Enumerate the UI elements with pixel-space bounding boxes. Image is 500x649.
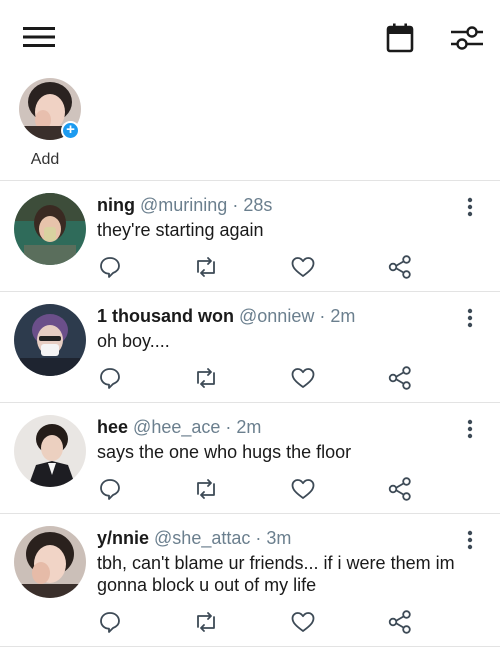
share-icon[interactable]	[386, 608, 414, 636]
post-text: says the one who hugs the floor	[97, 442, 352, 462]
post[interactable]: ning @murining · 28s they're starting ag…	[0, 181, 500, 291]
post[interactable]: hee @hee_ace · 2m says the one who hugs …	[0, 403, 500, 513]
more-options-icon[interactable]	[460, 306, 480, 330]
calendar-icon[interactable]	[380, 18, 420, 58]
post-header: hee @hee_ace · 2m	[97, 417, 261, 438]
post-text: they're starting again	[97, 220, 264, 240]
post-actions	[0, 475, 500, 503]
post-actions	[0, 364, 500, 392]
separator: ·	[319, 306, 326, 326]
author-handle[interactable]: @hee_ace	[133, 417, 220, 437]
share-icon[interactable]	[386, 475, 414, 503]
post-header: y/nnie @she_attac · 3m	[97, 528, 291, 549]
retweet-icon[interactable]	[192, 475, 220, 503]
post[interactable]: y/nnie @she_attac · 3m tbh, can't blame …	[0, 514, 500, 648]
reply-icon[interactable]	[96, 475, 124, 503]
retweet-icon[interactable]	[192, 364, 220, 392]
add-story[interactable]: + Add	[14, 78, 86, 174]
author-name[interactable]: hee	[97, 417, 128, 437]
reply-icon[interactable]	[96, 364, 124, 392]
more-options-icon[interactable]	[460, 417, 480, 441]
retweet-icon[interactable]	[192, 608, 220, 636]
author-handle[interactable]: @onniew	[239, 306, 314, 326]
heart-icon[interactable]	[289, 608, 317, 636]
post-actions	[0, 253, 500, 281]
sliders-filter-icon[interactable]	[445, 18, 489, 58]
avatar[interactable]	[14, 526, 86, 598]
author-handle[interactable]: @murining	[140, 195, 227, 215]
heart-icon[interactable]	[289, 253, 317, 281]
post-header: ning @murining · 28s	[97, 195, 272, 216]
add-plus-icon: +	[61, 121, 80, 140]
divider	[0, 646, 500, 647]
heart-icon[interactable]	[289, 364, 317, 392]
author-name[interactable]: ning	[97, 195, 135, 215]
post-header: 1 thousand won @onniew · 2m	[97, 306, 355, 327]
timestamp: 2m	[236, 417, 262, 437]
share-icon[interactable]	[386, 253, 414, 281]
heart-icon[interactable]	[289, 475, 317, 503]
post-actions	[0, 608, 500, 636]
author-name[interactable]: 1 thousand won	[97, 306, 234, 326]
post-text: tbh, can't blame ur friends... if i were…	[97, 553, 455, 595]
retweet-icon[interactable]	[192, 253, 220, 281]
top-bar	[0, 0, 500, 72]
separator: ·	[225, 417, 232, 437]
story-label: Add	[30, 151, 60, 168]
more-options-icon[interactable]	[460, 528, 480, 552]
reply-icon[interactable]	[96, 253, 124, 281]
separator: ·	[255, 528, 262, 548]
author-name[interactable]: y/nnie	[97, 528, 149, 548]
post[interactable]: 1 thousand won @onniew · 2m oh boy....	[0, 292, 500, 402]
timestamp: 3m	[266, 528, 292, 548]
author-handle[interactable]: @she_attac	[154, 528, 250, 548]
hamburger-menu-icon[interactable]	[18, 18, 60, 56]
share-icon[interactable]	[386, 364, 414, 392]
timestamp: 2m	[330, 306, 356, 326]
reply-icon[interactable]	[96, 608, 124, 636]
more-options-icon[interactable]	[460, 195, 480, 219]
timestamp: 28s	[243, 195, 273, 215]
separator: ·	[232, 195, 239, 215]
post-text: oh boy....	[97, 331, 170, 351]
